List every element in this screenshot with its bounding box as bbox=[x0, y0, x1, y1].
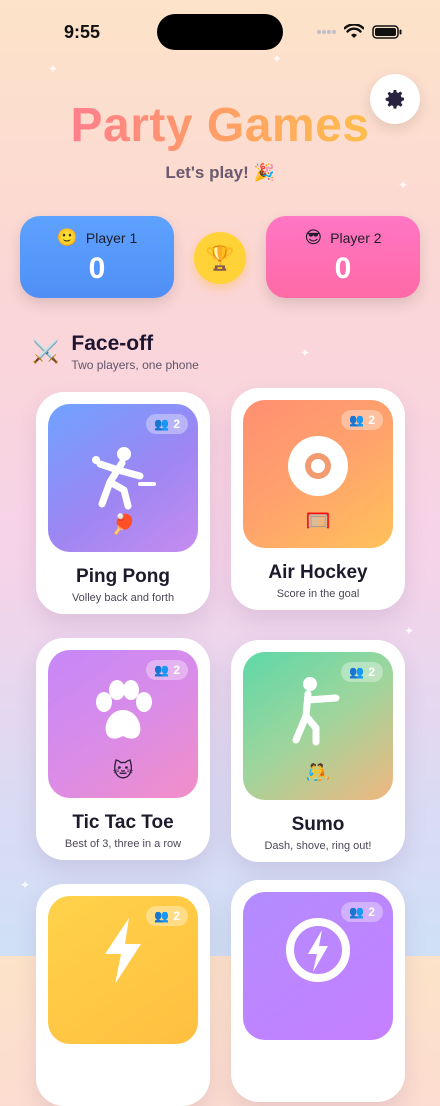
game-description: Dash, shove, ring out! bbox=[264, 840, 372, 852]
game-description: Volley back and forth bbox=[71, 592, 175, 604]
section-subtitle: Two players, one phone bbox=[71, 358, 199, 372]
goal-net-emoji: 🥅 bbox=[305, 510, 331, 532]
crossed-swords-icon: ⚔️ bbox=[32, 339, 60, 364]
game-card-tic-tac-toe[interactable]: 👥 2 🐱 Tic Tac Toe Best of 3, three in a r… bbox=[36, 638, 210, 860]
dynamic-island bbox=[157, 14, 283, 50]
people-icon: 👥 bbox=[154, 417, 170, 431]
game-art: 👥 2 bbox=[48, 896, 198, 1044]
game-art: 👥 2 🥅 bbox=[243, 400, 393, 548]
ping-pong-player-icon bbox=[92, 447, 156, 510]
wifi-icon bbox=[344, 24, 364, 38]
wrestlers-emoji: 🤼 bbox=[305, 762, 331, 784]
game-title: Sumo bbox=[291, 814, 345, 835]
player-count-badge: 👥 2 bbox=[146, 414, 188, 434]
player-count-badge: 👥 2 bbox=[146, 906, 188, 926]
player-count-badge: 👥 2 bbox=[341, 410, 383, 430]
paddle-emoji: 🏓 bbox=[110, 514, 136, 536]
puck-icon bbox=[288, 436, 348, 496]
player-label: 🙂 Player 1 bbox=[20, 228, 174, 248]
people-icon: 👥 bbox=[349, 413, 365, 427]
status-bar: 9:55 bbox=[0, 0, 440, 60]
player-name: Player 2 bbox=[330, 230, 382, 246]
sparkle-icon: ✦ bbox=[300, 346, 311, 360]
lightning-icon bbox=[105, 918, 141, 984]
pushing-figure-icon bbox=[292, 677, 340, 746]
game-title: Ping Pong bbox=[76, 566, 170, 587]
page-subtitle: Let's play! 🎉 bbox=[165, 163, 275, 182]
power-ring-icon bbox=[286, 918, 350, 982]
player-1-score-card[interactable]: 🙂 Player 1 0 bbox=[20, 216, 174, 298]
section-title: Face-off bbox=[71, 332, 154, 355]
game-art: 👥 2 🤼 bbox=[243, 652, 393, 800]
player-name: Player 1 bbox=[85, 230, 138, 246]
page-title: Party Games bbox=[0, 98, 440, 153]
cellular-icon bbox=[316, 29, 336, 34]
player-count-badge: 👥 2 bbox=[146, 660, 188, 680]
game-art: 👥 2 bbox=[243, 892, 393, 1040]
game-card-power[interactable]: 👥 2 bbox=[231, 880, 405, 1102]
game-art: 👥 2 🏓 bbox=[48, 404, 198, 552]
sparkle-icon: ✦ bbox=[48, 62, 59, 76]
people-icon: 👥 bbox=[154, 663, 170, 677]
player-label: 😎 Player 2 bbox=[266, 228, 420, 248]
game-card-lightning[interactable]: 👥 2 bbox=[36, 884, 210, 1106]
people-icon: 👥 bbox=[349, 665, 365, 679]
cat-emoji: 🐱 bbox=[112, 760, 134, 782]
player-score: 0 bbox=[88, 252, 106, 285]
battery-icon bbox=[372, 24, 402, 39]
sunglasses-icon: 😎 bbox=[304, 228, 323, 247]
game-title: Tic Tac Toe bbox=[72, 812, 174, 833]
game-card-sumo[interactable]: 👥 2 🤼 Sumo Dash, shove, ring out! bbox=[231, 640, 405, 862]
game-title: Air Hockey bbox=[268, 562, 368, 583]
player-score: 0 bbox=[334, 252, 352, 285]
game-card-air-hockey[interactable]: 👥 2 🥅 Air Hockey Score in the goal bbox=[231, 388, 405, 610]
paw-icon bbox=[96, 680, 152, 739]
game-art: 👥 2 🐱 bbox=[48, 650, 198, 798]
status-time: 9:55 bbox=[64, 22, 101, 42]
trophy-icon: 🏆 bbox=[194, 232, 246, 284]
sparkle-icon: ✦ bbox=[404, 624, 415, 638]
game-description: Best of 3, three in a row bbox=[64, 838, 182, 850]
smiley-icon: 🙂 bbox=[56, 228, 78, 247]
sparkle-icon: ✦ bbox=[20, 878, 31, 892]
status-icons bbox=[316, 24, 402, 39]
section-header: ⚔️ Face-off Two players, one phone bbox=[32, 332, 199, 372]
game-description: Score in the goal bbox=[276, 588, 360, 600]
people-icon: 👥 bbox=[154, 909, 170, 923]
player-2-score-card[interactable]: 😎 Player 2 0 bbox=[266, 216, 420, 298]
game-card-ping-pong[interactable]: 👥 2 🏓 Ping Pong Volley back and forth bbox=[36, 392, 210, 614]
